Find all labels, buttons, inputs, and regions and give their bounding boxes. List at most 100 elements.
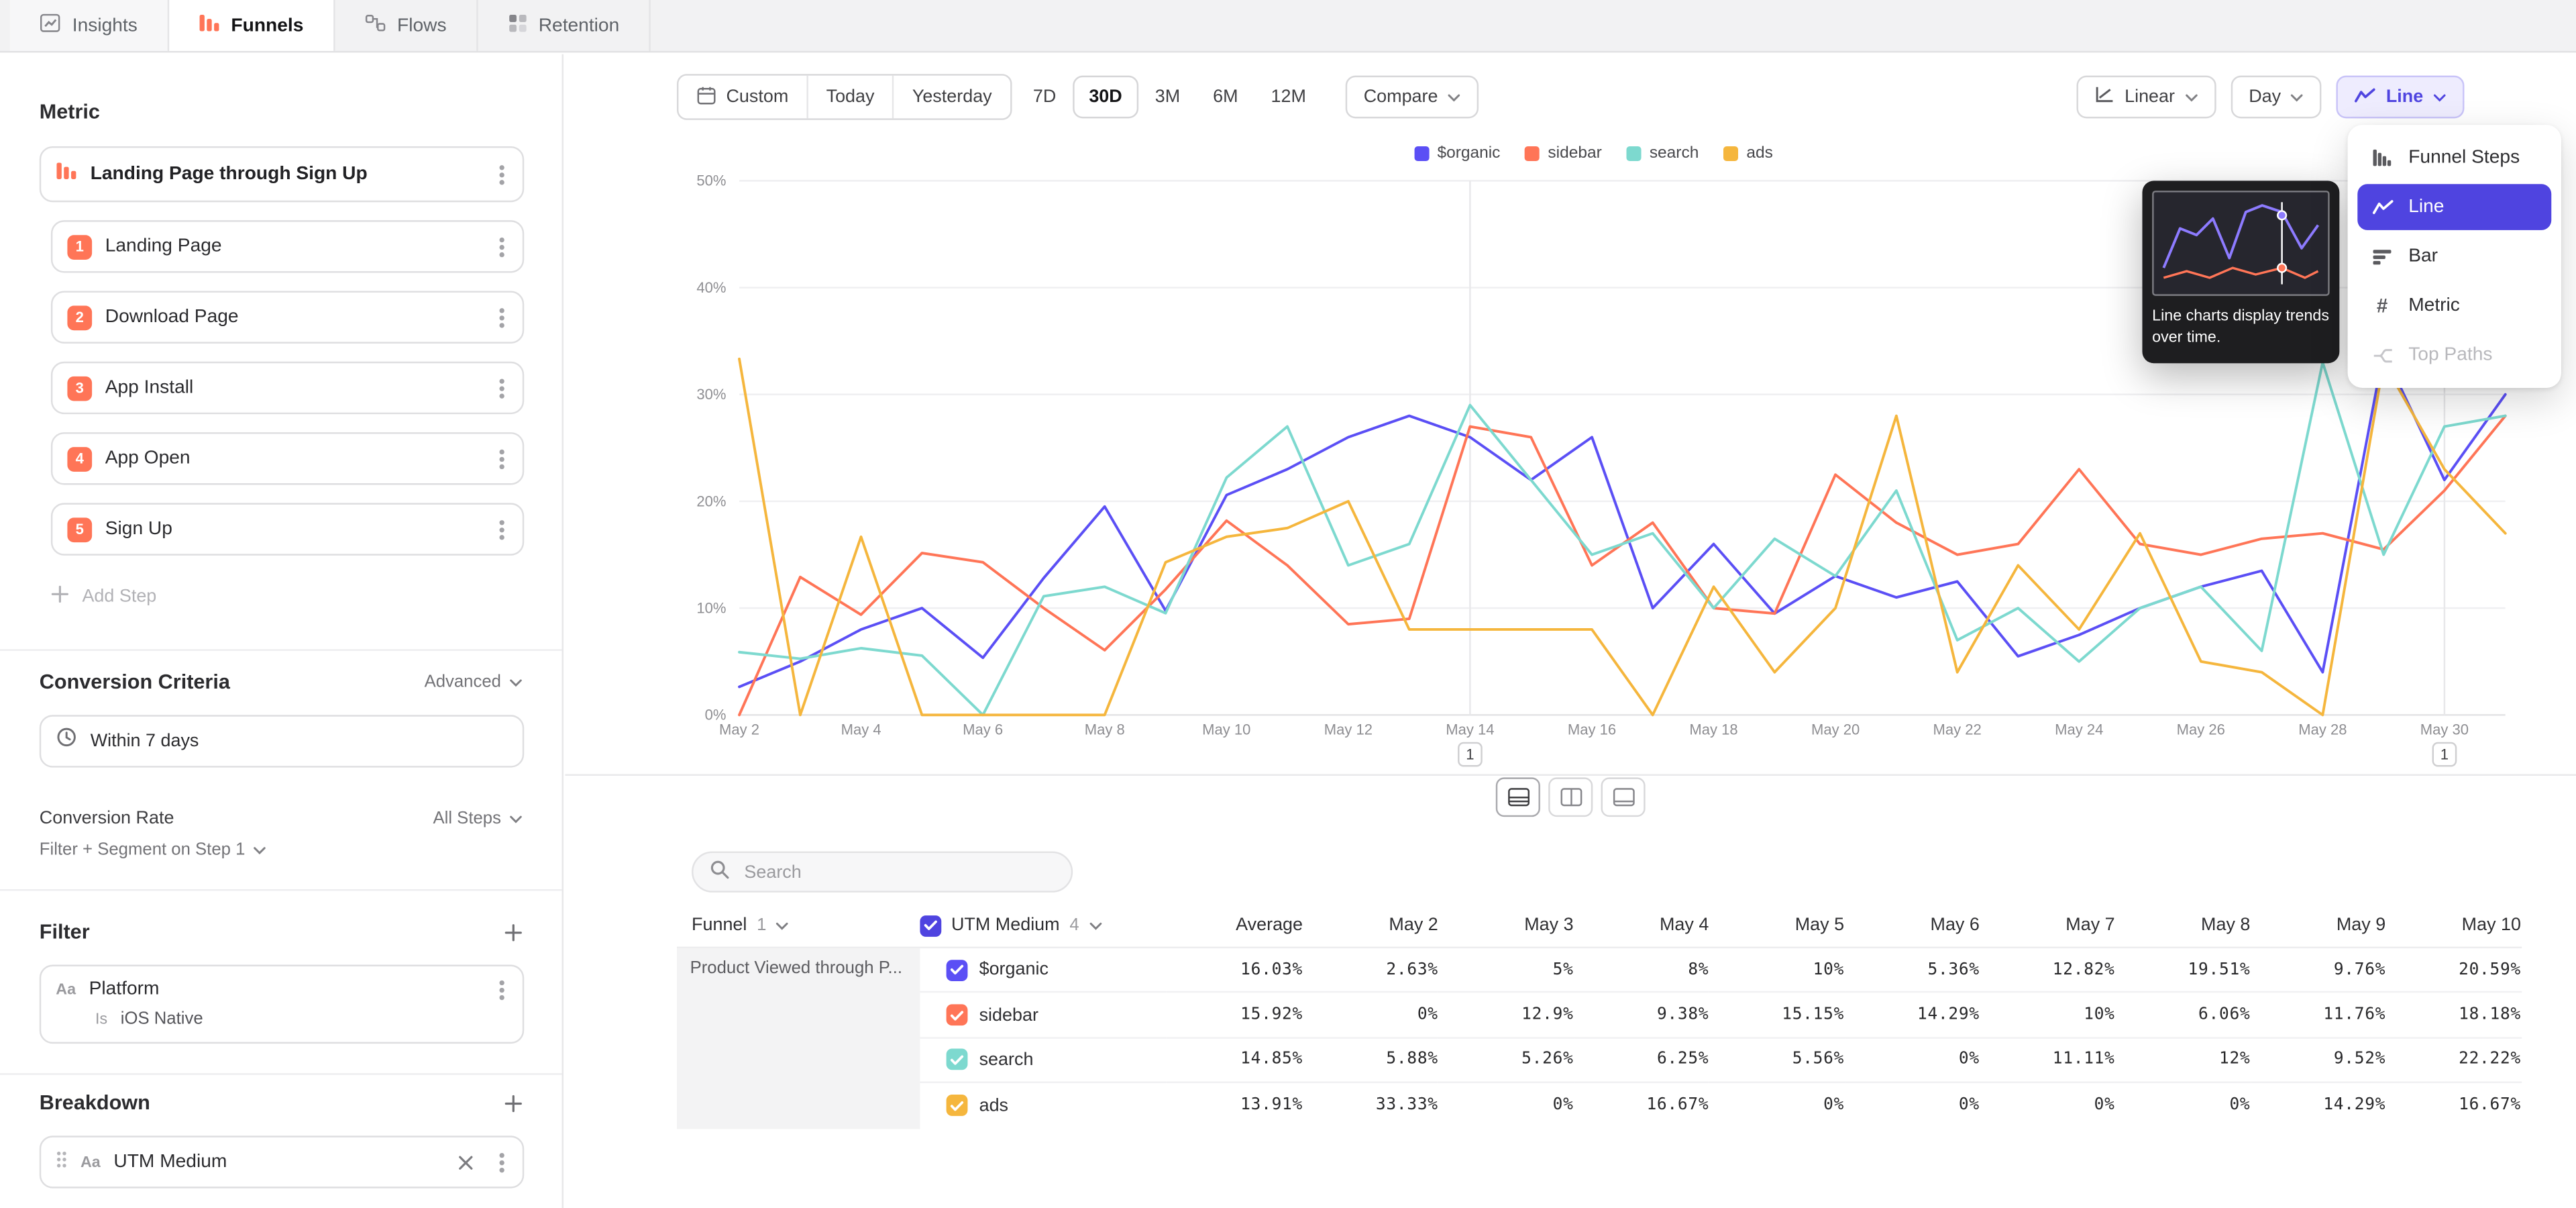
- kebab-menu-icon[interactable]: [499, 456, 504, 461]
- legend-label: $organic: [1437, 145, 1500, 163]
- kebab-menu-icon[interactable]: [499, 244, 504, 249]
- conversion-window-label: Within 7 days: [91, 732, 199, 751]
- tab-retention[interactable]: Retention: [478, 0, 651, 51]
- add-step-label: Add Step: [82, 587, 156, 606]
- range-7d-button[interactable]: 7D: [1016, 76, 1072, 119]
- tab-insights[interactable]: Insights: [10, 0, 169, 51]
- all-steps-select[interactable]: All Steps: [433, 809, 522, 828]
- drag-handle-icon[interactable]: [56, 1147, 67, 1176]
- svg-text:May 12: May 12: [1324, 721, 1373, 738]
- svg-text:May 10: May 10: [1202, 721, 1250, 738]
- series-row-label[interactable]: sidebar: [920, 993, 1166, 1038]
- yesterday-button[interactable]: Yesterday: [894, 76, 1010, 119]
- breakdown-column-header[interactable]: UTM Medium4: [920, 915, 1166, 936]
- tab-funnels[interactable]: Funnels: [168, 0, 335, 51]
- today-button[interactable]: Today: [808, 76, 894, 119]
- table-cell: 19.51%: [2115, 948, 2251, 993]
- search-icon: [710, 857, 729, 887]
- step-number-badge: 1: [67, 234, 92, 259]
- breakdown-card-utm-medium[interactable]: Aa UTM Medium: [40, 1136, 524, 1188]
- step-number-badge: 3: [67, 376, 92, 401]
- line-chart-icon: [2355, 87, 2376, 108]
- funnel-column-label: Funnel: [692, 915, 747, 935]
- add-step-button[interactable]: Add Step: [51, 574, 524, 620]
- query-builder-sidebar: Metric Landing Page through Sign Up 1 La…: [0, 54, 564, 1208]
- table-cell: 9.76%: [2250, 948, 2385, 993]
- series-row-label[interactable]: search: [920, 1038, 1166, 1083]
- scale-select[interactable]: Linear: [2077, 76, 2216, 119]
- filter-card-platform[interactable]: Aa Platform Is iOS Native: [40, 965, 524, 1044]
- series-checkbox[interactable]: [947, 1095, 968, 1117]
- funnel-metric-card[interactable]: Landing Page through Sign Up: [40, 146, 524, 202]
- flows-icon: [364, 13, 386, 38]
- series-checkbox[interactable]: [947, 1005, 968, 1026]
- dropdown-item-top-paths[interactable]: Top Paths: [2357, 332, 2551, 379]
- dropdown-item-line[interactable]: Line: [2357, 184, 2551, 230]
- funnel-step-2[interactable]: 2 Download Page: [51, 291, 524, 343]
- compare-button[interactable]: Compare: [1346, 76, 1479, 119]
- kebab-menu-icon[interactable]: [499, 1160, 504, 1164]
- funnel-icon: [198, 13, 219, 38]
- dropdown-item-metric[interactable]: # Metric: [2357, 283, 2551, 329]
- remove-breakdown-icon[interactable]: [458, 1154, 473, 1169]
- kebab-menu-icon[interactable]: [499, 315, 504, 319]
- series-checkbox[interactable]: [947, 1050, 968, 1071]
- svg-text:May 20: May 20: [1811, 721, 1860, 738]
- chart-type-select[interactable]: Line: [2337, 76, 2464, 119]
- chart-type-dropdown: Funnel Steps Line Bar # Metric Top Paths: [2348, 125, 2561, 388]
- add-filter-button[interactable]: [504, 923, 523, 941]
- series-row-label[interactable]: $organic: [920, 948, 1166, 993]
- funnel-step-3[interactable]: 3 App Install: [51, 362, 524, 414]
- funnel-step-4[interactable]: 4 App Open: [51, 432, 524, 485]
- conversion-window-card[interactable]: Within 7 days: [40, 715, 524, 767]
- custom-range-button[interactable]: Custom: [678, 76, 808, 119]
- advanced-toggle[interactable]: Advanced: [425, 672, 523, 692]
- chevron-down-icon: [254, 846, 267, 854]
- table-cell: 9.38%: [1574, 993, 1709, 1038]
- quick-range-group: 7D 30D 3M 6M 12M: [1016, 76, 1322, 119]
- add-breakdown-button[interactable]: [504, 1094, 523, 1112]
- layout-toggle-chart-only-view[interactable]: [1601, 777, 1646, 817]
- search-box[interactable]: [692, 852, 1073, 893]
- funnel-step-5[interactable]: 5 Sign Up: [51, 503, 524, 555]
- range-30d-button[interactable]: 30D: [1073, 76, 1138, 119]
- legend-swatch: [1627, 146, 1642, 161]
- breakdown-table: Funnel1UTM Medium4AverageMay 2May 3May 4…: [677, 904, 2521, 1128]
- filter-value[interactable]: iOS Native: [121, 1009, 203, 1029]
- tab-flows[interactable]: Flows: [335, 0, 478, 51]
- range-3m-button[interactable]: 3M: [1138, 76, 1196, 119]
- layout-toggle-side-by-side-view[interactable]: [1548, 777, 1593, 817]
- funnel-column-header[interactable]: Funnel1: [677, 915, 920, 935]
- series-row-label[interactable]: ads: [920, 1083, 1166, 1128]
- range-6m-button[interactable]: 6M: [1197, 76, 1254, 119]
- table-cell: 0%: [1709, 1083, 1844, 1128]
- breakdown-column-label: UTM Medium: [951, 915, 1060, 935]
- filter-segment-toggle[interactable]: Filter + Segment on Step 1: [40, 840, 523, 859]
- split-view-icon: [1507, 787, 1529, 807]
- series-name: search: [979, 1050, 1034, 1070]
- kebab-menu-icon[interactable]: [499, 172, 504, 177]
- legend-item[interactable]: search: [1627, 145, 1699, 163]
- legend-item[interactable]: sidebar: [1525, 145, 1602, 163]
- table-cell: 0%: [1844, 1038, 1980, 1083]
- range-12m-button[interactable]: 12M: [1254, 76, 1322, 119]
- dropdown-item-funnel-steps[interactable]: Funnel Steps: [2357, 135, 2551, 181]
- dropdown-item-bar[interactable]: Bar: [2357, 234, 2551, 280]
- table-cell: 0%: [1438, 1083, 1574, 1128]
- kebab-menu-icon[interactable]: [499, 987, 504, 992]
- granularity-select[interactable]: Day: [2231, 76, 2322, 119]
- search-input[interactable]: [741, 860, 1055, 883]
- funnel-group-cell[interactable]: Product Viewed through P...: [677, 948, 920, 1128]
- layout-toggle-split-view[interactable]: [1496, 777, 1540, 817]
- select-all-checkbox[interactable]: [920, 915, 941, 936]
- funnel-step-1[interactable]: 1 Landing Page: [51, 220, 524, 272]
- svg-text:May 26: May 26: [2177, 721, 2225, 738]
- table-cell: 5%: [1438, 948, 1574, 993]
- kebab-menu-icon[interactable]: [499, 527, 504, 532]
- tab-label: Funnels: [231, 15, 303, 35]
- divider: [565, 774, 2576, 775]
- legend-item[interactable]: ads: [1723, 145, 1773, 163]
- legend-item[interactable]: $organic: [1414, 145, 1500, 163]
- series-checkbox[interactable]: [947, 959, 968, 980]
- kebab-menu-icon[interactable]: [499, 385, 504, 390]
